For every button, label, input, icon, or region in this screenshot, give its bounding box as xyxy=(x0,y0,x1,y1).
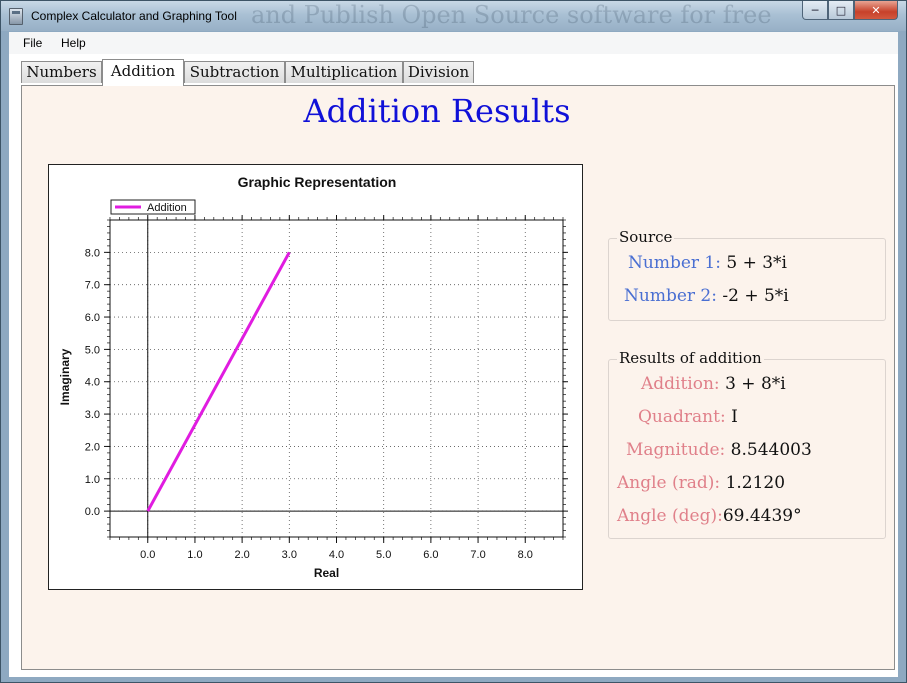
close-icon: ✕ xyxy=(871,3,881,17)
plot-area xyxy=(109,219,564,538)
maximize-button[interactable]: □ xyxy=(828,1,854,20)
addition-chart: Graphic Representation Addition 0.0 1.0 2.0 3… xyxy=(58,174,568,580)
x-tick-label: 6.0 xyxy=(423,549,438,561)
x-tick-label: 5.0 xyxy=(376,549,391,561)
results-group: Results of addition Addition: 3 + 8*i Qu… xyxy=(608,349,886,539)
x-tick-label: 7.0 xyxy=(470,549,485,561)
tab-division[interactable]: Division xyxy=(403,61,474,83)
y-tick-label: 0.0 xyxy=(85,506,100,518)
y-axis-label: Imaginary xyxy=(58,348,72,405)
x-axis-label: Real xyxy=(314,566,339,580)
y-tick-label: 2.0 xyxy=(85,441,100,453)
calculator-icon[interactable] xyxy=(9,8,23,25)
tab-addition[interactable]: Addition xyxy=(102,59,184,86)
tab-numbers[interactable]: Numbers xyxy=(21,61,102,83)
y-tick-label: 8.0 xyxy=(85,247,100,259)
client-area: File Help Numbers Addition Subtraction M… xyxy=(9,32,898,677)
results-group-title: Results of addition xyxy=(617,349,764,367)
minimize-button[interactable]: ─ xyxy=(802,1,828,20)
x-tick-label: 1.0 xyxy=(187,549,202,561)
y-tick-label: 3.0 xyxy=(85,409,100,421)
y-tick-label: 4.0 xyxy=(85,377,100,389)
addition-panel: Addition Results Graphic Representation A… xyxy=(21,85,895,670)
title-bar-background-text: and Publish Open Source software for fre… xyxy=(251,1,772,29)
window-title: Complex Calculator and Graphing Tool xyxy=(31,9,237,23)
addition-value: 3 + 8*i xyxy=(725,374,786,394)
legend-label-0: Addition xyxy=(147,202,187,214)
maximize-icon: □ xyxy=(835,3,847,17)
menu-help[interactable]: Help xyxy=(61,36,86,50)
y-tick-label: 6.0 xyxy=(85,312,100,324)
angle-deg-label: Angle (deg): xyxy=(617,506,723,526)
y-tick-label: 5.0 xyxy=(85,344,100,356)
number2-value: -2 + 5*i xyxy=(722,286,789,306)
magnitude-value: 8.544003 xyxy=(730,440,812,460)
addition-label: Addition: xyxy=(641,374,720,394)
number1-value: 5 + 3*i xyxy=(726,253,787,273)
tab-subtraction[interactable]: Subtraction xyxy=(184,61,285,83)
angle-deg-value: 69.4439° xyxy=(722,506,802,526)
quadrant-value: I xyxy=(731,407,738,427)
number2-label: Number 2: xyxy=(624,286,717,306)
tab-multiplication[interactable]: Multiplication xyxy=(285,61,403,83)
menu-file[interactable]: File xyxy=(23,36,42,50)
quadrant-label: Quadrant: xyxy=(638,407,726,427)
source-group-title: Source xyxy=(617,228,675,246)
number1-label: Number 1: xyxy=(628,253,721,273)
chart-container: Graphic Representation Addition 0.0 1.0 2.0 3… xyxy=(48,164,583,590)
y-tick-label: 1.0 xyxy=(85,474,100,486)
x-tick-label: 3.0 xyxy=(282,549,297,561)
source-group: Source Number 1: 5 + 3*i Number 2: -2 + … xyxy=(608,228,886,321)
close-button[interactable]: ✕ xyxy=(854,1,898,20)
x-tick-label: 4.0 xyxy=(329,549,344,561)
chart-title: Graphic Representation xyxy=(238,174,397,190)
y-tick-label: 7.0 xyxy=(85,280,100,292)
x-tick-label: 2.0 xyxy=(234,549,249,561)
angle-rad-value: 1.2120 xyxy=(725,473,786,493)
x-tick-label: 0.0 xyxy=(140,549,155,561)
title-bar[interactable]: and Publish Open Source software for fre… xyxy=(1,1,906,31)
x-tick-label: 8.0 xyxy=(518,549,533,561)
menu-bar: File Help xyxy=(9,32,898,54)
minimize-icon: ─ xyxy=(811,3,819,17)
app-window: and Publish Open Source software for fre… xyxy=(0,0,907,683)
page-title: Addition Results xyxy=(303,92,571,130)
angle-rad-label: Angle (rad): xyxy=(617,473,721,493)
magnitude-label: Magnitude: xyxy=(626,440,726,460)
